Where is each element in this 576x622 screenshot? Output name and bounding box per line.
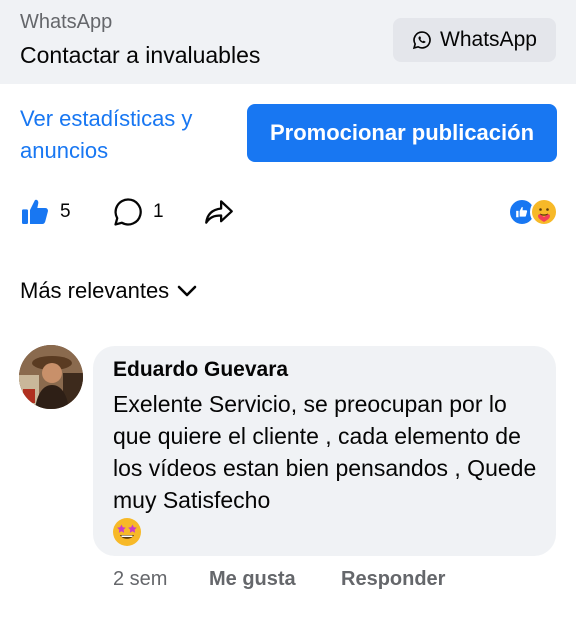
comment-icon: [114, 198, 142, 226]
like-count: 5: [60, 201, 71, 222]
banner-source-label: WhatsApp: [20, 11, 113, 33]
comment-timestamp[interactable]: 2 sem: [113, 568, 167, 591]
comment-button[interactable]: 1: [111, 192, 164, 232]
whatsapp-button[interactable]: WhatsApp: [393, 18, 556, 62]
comment-reply-button[interactable]: Responder: [341, 568, 445, 591]
care-reaction-icon: [530, 198, 558, 226]
comment-like-button[interactable]: Me gusta: [209, 568, 296, 591]
stats-and-ads-link[interactable]: Ver estadísticas y anuncios: [20, 103, 230, 167]
whatsapp-banner: WhatsApp Contactar a invaluables WhatsAp…: [0, 0, 576, 84]
promote-post-button[interactable]: Promocionar publicación: [247, 104, 557, 162]
thumbs-up-icon: [22, 199, 48, 224]
share-button[interactable]: [202, 192, 236, 232]
chevron-down-icon: [177, 285, 197, 297]
star-struck-emoji: [113, 518, 141, 546]
banner-title: Contactar a invaluables: [20, 42, 261, 68]
post-action-row: 5 1: [0, 192, 576, 232]
comment-sort-dropdown[interactable]: Más relevantes: [20, 278, 197, 304]
sort-label: Más relevantes: [20, 278, 170, 303]
comment-bubble: Eduardo Guevara Exelente Servicio, se pr…: [93, 346, 556, 556]
comment-count: 1: [153, 201, 164, 222]
whatsapp-icon: [412, 31, 431, 50]
reaction-summary[interactable]: [508, 198, 558, 226]
comment-text: Exelente Servicio, se preocupan por lo q…: [113, 391, 537, 513]
like-button[interactable]: 5: [20, 192, 71, 232]
promote-post-label: Promocionar publicación: [269, 120, 535, 145]
comment-author[interactable]: Eduardo Guevara: [113, 358, 288, 382]
avatar[interactable]: [19, 345, 83, 409]
whatsapp-button-label: WhatsApp: [440, 28, 537, 51]
share-icon: [205, 200, 233, 224]
